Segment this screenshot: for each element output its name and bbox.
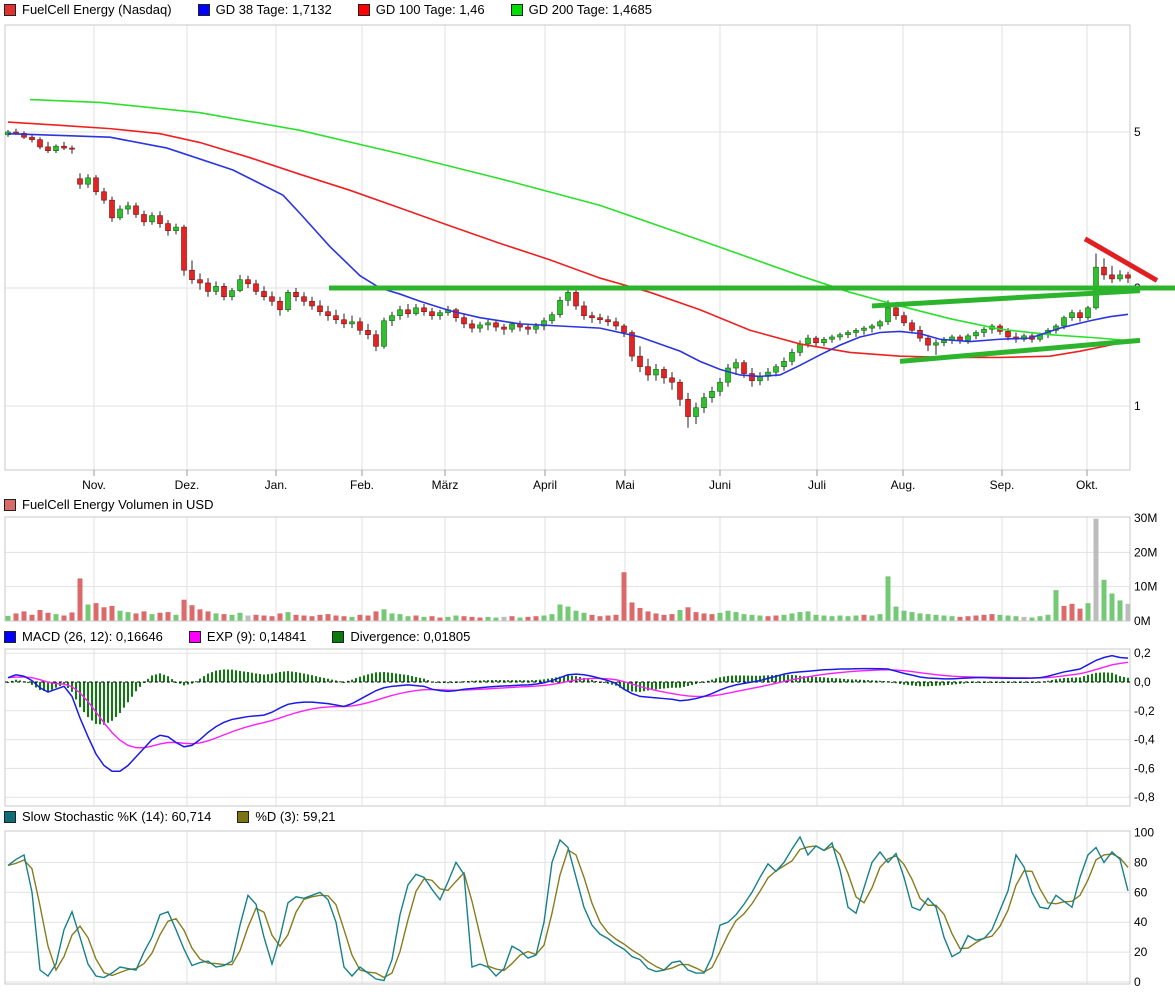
x-axis-month-label: Juli [808,478,826,492]
y-axis-tick-label: 1 [1134,399,1141,413]
y-axis-tick-label: 0,2 [1134,646,1151,660]
y-axis-tick-label: 30M [1134,511,1157,525]
x-axis-month-label: Dez. [175,478,200,492]
price-legend: FuelCell Energy (Nasdaq) GD 38 Tage: 1,7… [4,2,652,17]
y-axis-tick-label: -0,4 [1134,733,1155,747]
y-axis-tick-label: 20M [1134,545,1157,559]
legend-item-macd: MACD (26, 12): 0,16646 [4,629,163,644]
x-axis-month-label: Jan. [265,478,288,492]
divergence-marker-icon [332,631,344,643]
gd200-label: GD 200 Tage: 1,4685 [529,2,652,17]
y-axis-tick-label: -0,2 [1134,704,1155,718]
legend-item-divergence: Divergence: 0,01805 [332,629,470,644]
y-axis-tick-label: 0 [1134,975,1141,989]
stoch-d-label: %D (3): 59,21 [255,809,335,824]
macd-lines-layer [8,656,1128,772]
x-axis-month-label: Okt. [1076,478,1098,492]
legend-item-gd200: GD 200 Tage: 1,4685 [511,2,652,17]
macd-marker-icon [4,631,16,643]
x-axis-month-label: Mai [615,478,634,492]
gd38-marker-icon [198,4,210,16]
axis-labels-layer: 52130M20M10M0M0,20,0-0,2-0,4-0,6-0,81008… [82,125,1157,989]
stochastic-lines-layer [8,837,1128,981]
y-axis-tick-label: 5 [1134,125,1141,139]
x-axis-month-label: April [533,478,557,492]
y-axis-tick-label: 0M [1134,614,1151,628]
y-axis-tick-label: -0,6 [1134,761,1155,775]
legend-item-stoch-d: %D (3): 59,21 [237,809,335,824]
x-axis-month-label: März [432,478,459,492]
gd100-marker-icon [358,4,370,16]
y-axis-tick-label: 0,0 [1134,675,1151,689]
stoch-d-line [8,846,1128,978]
gd100-line [8,122,1128,357]
macd-line [8,656,1128,772]
stoch-k-line [8,837,1128,981]
stoch-d-marker-icon [237,811,249,823]
exp-label: EXP (9): 0,14841 [207,629,307,644]
trend-lines-layer [329,239,1175,362]
divergence-label: Divergence: 0,01805 [350,629,470,644]
y-axis-tick-label: 100 [1134,826,1154,840]
x-axis-month-label: Feb. [350,478,374,492]
x-axis-month-label: Aug. [891,478,916,492]
legend-item-stoch-k: Slow Stochastic %K (14): 60,714 [4,809,211,824]
legend-item-volume: FuelCell Energy Volumen in USD [4,497,213,512]
gd100-label: GD 100 Tage: 1,46 [376,2,485,17]
gd38-label: GD 38 Tage: 1,7132 [216,2,332,17]
macd-label: MACD (26, 12): 0,16646 [22,629,163,644]
legend-item-gd100: GD 100 Tage: 1,46 [358,2,485,17]
gd200-line [30,100,1128,341]
price-series-label: FuelCell Energy (Nasdaq) [22,2,172,17]
candles-series [6,129,1131,428]
x-axis-month-label: Sep. [990,478,1015,492]
legend-item-price-series: FuelCell Energy (Nasdaq) [4,2,172,17]
x-axis-month-label: Juni [709,478,731,492]
y-axis-tick-label: 40 [1134,915,1148,929]
stoch-k-label: Slow Stochastic %K (14): 60,714 [22,809,211,824]
volume-marker-icon [4,499,16,511]
volume-label: FuelCell Energy Volumen in USD [22,497,213,512]
stock-chart-page: { "title": "FuelCell Energy (Nasdaq) Cha… [0,0,1175,994]
y-axis-tick-label: 20 [1134,945,1148,959]
exp-marker-icon [189,631,201,643]
macd-legend: MACD (26, 12): 0,16646 EXP (9): 0,14841 … [4,629,470,644]
y-axis-tick-label: 10M [1134,580,1157,594]
y-axis-tick-label: 80 [1134,855,1148,869]
legend-item-exp: EXP (9): 0,14841 [189,629,307,644]
trend-line-channel-upper [872,291,1140,306]
x-axis-month-label: Nov. [82,478,106,492]
y-axis-tick-label: 60 [1134,885,1148,899]
y-axis-tick-label: -0,8 [1134,790,1155,804]
volume-series [6,519,1131,621]
price-series-marker-icon [4,4,16,16]
stochastic-legend: Slow Stochastic %K (14): 60,714 %D (3): … [4,809,336,824]
stoch-k-marker-icon [4,811,16,823]
volume-legend: FuelCell Energy Volumen in USD [4,497,213,512]
gd200-marker-icon [511,4,523,16]
legend-item-gd38: GD 38 Tage: 1,7132 [198,2,332,17]
